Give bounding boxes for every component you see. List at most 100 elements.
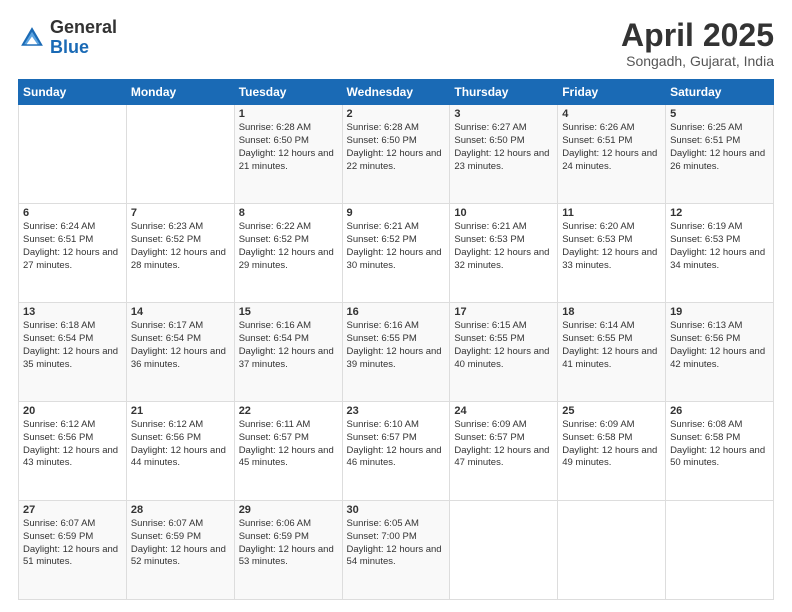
day-info: Sunrise: 6:28 AMSunset: 6:50 PMDaylight:… [239, 122, 334, 171]
day-number: 30 [347, 504, 446, 516]
day-cell: 26 Sunrise: 6:08 AMSunset: 6:58 PMDayligh… [666, 402, 774, 501]
day-info: Sunrise: 6:19 AMSunset: 6:53 PMDaylight:… [670, 221, 765, 270]
day-number: 21 [131, 405, 230, 417]
day-cell: 27Sunrise: 6:07 AMSunset: 6:59 PMDayligh… [19, 501, 127, 600]
day-cell [666, 501, 774, 600]
week-row-3: 13Sunrise: 6:18 AMSunset: 6:54 PMDayligh… [19, 303, 774, 402]
day-cell: 23 Sunrise: 6:10 AMSunset: 6:57 PMDayligh… [342, 402, 450, 501]
day-info: Sunrise: 6:16 AMSunset: 6:54 PMDaylight:… [239, 320, 334, 369]
day-cell: 13Sunrise: 6:18 AMSunset: 6:54 PMDayligh… [19, 303, 127, 402]
day-cell: 29Sunrise: 6:06 AMSunset: 6:59 PMDayligh… [234, 501, 342, 600]
day-number: 9 [347, 207, 446, 219]
day-info: Sunrise: 6:22 AMSunset: 6:52 PMDaylight:… [239, 221, 334, 270]
logo-general: General [50, 18, 117, 38]
day-cell: 28 Sunrise: 6:07 AMSunset: 6:59 PMDayligh… [126, 501, 234, 600]
logo-text: General Blue [50, 18, 117, 58]
day-cell: 20Sunrise: 6:12 AMSunset: 6:56 PMDayligh… [19, 402, 127, 501]
day-info: Sunrise: 6:17 AMSunset: 6:54 PMDaylight:… [131, 320, 226, 369]
calendar-table: SundayMondayTuesdayWednesdayThursdayFrid… [18, 79, 774, 600]
day-number: 17 [454, 306, 553, 318]
day-cell [19, 105, 127, 204]
column-header-friday: Friday [558, 80, 666, 105]
day-info: Sunrise: 6:28 AMSunset: 6:50 PMDaylight:… [347, 122, 442, 171]
day-number: 8 [239, 207, 338, 219]
day-cell: 12 Sunrise: 6:19 AMSunset: 6:53 PMDayligh… [666, 204, 774, 303]
day-cell [450, 501, 558, 600]
day-info: Sunrise: 6:14 AMSunset: 6:55 PMDaylight:… [562, 320, 657, 369]
day-cell: 15 Sunrise: 6:16 AMSunset: 6:54 PMDayligh… [234, 303, 342, 402]
day-cell: 25 Sunrise: 6:09 AMSunset: 6:58 PMDayligh… [558, 402, 666, 501]
day-cell: 7Sunrise: 6:23 AMSunset: 6:52 PMDaylight… [126, 204, 234, 303]
day-info: Sunrise: 6:20 AMSunset: 6:53 PMDaylight:… [562, 221, 657, 270]
day-number: 4 [562, 108, 661, 120]
day-number: 16 [347, 306, 446, 318]
day-info: Sunrise: 6:06 AMSunset: 6:59 PMDaylight:… [239, 518, 334, 567]
day-number: 23 [347, 405, 446, 417]
day-number: 2 [347, 108, 446, 120]
day-info: Sunrise: 6:26 AMSunset: 6:51 PMDaylight:… [562, 122, 657, 171]
day-number: 20 [23, 405, 122, 417]
header: General Blue April 2025 Songadh, Gujarat… [18, 18, 774, 69]
week-row-2: 6 Sunrise: 6:24 AMSunset: 6:51 PMDaylight… [19, 204, 774, 303]
day-number: 12 [670, 207, 769, 219]
week-row-1: 1 Sunrise: 6:28 AMSunset: 6:50 PMDaylight… [19, 105, 774, 204]
title-block: April 2025 Songadh, Gujarat, India [621, 18, 774, 69]
day-number: 7 [131, 207, 230, 219]
calendar-header: SundayMondayTuesdayWednesdayThursdayFrid… [19, 80, 774, 105]
column-header-monday: Monday [126, 80, 234, 105]
day-number: 6 [23, 207, 122, 219]
day-cell [126, 105, 234, 204]
day-number: 26 [670, 405, 769, 417]
day-cell: 22Sunrise: 6:11 AMSunset: 6:57 PMDayligh… [234, 402, 342, 501]
logo-blue: Blue [50, 38, 117, 58]
day-info: Sunrise: 6:13 AMSunset: 6:56 PMDaylight:… [670, 320, 765, 369]
day-cell: 17Sunrise: 6:15 AMSunset: 6:55 PMDayligh… [450, 303, 558, 402]
day-info: Sunrise: 6:10 AMSunset: 6:57 PMDaylight:… [347, 419, 442, 468]
day-number: 15 [239, 306, 338, 318]
day-cell: 4 Sunrise: 6:26 AMSunset: 6:51 PMDaylight… [558, 105, 666, 204]
column-header-thursday: Thursday [450, 80, 558, 105]
week-row-4: 20 Sunrise: 6:12 AMSunset: 6:56 PMDayligh… [19, 402, 774, 501]
day-number: 14 [131, 306, 230, 318]
day-cell: 18 Sunrise: 6:14 AMSunset: 6:55 PMDayligh… [558, 303, 666, 402]
day-cell: 21 Sunrise: 6:12 AMSunset: 6:56 PMDayligh… [126, 402, 234, 501]
day-number: 10 [454, 207, 553, 219]
day-number: 1 [239, 108, 338, 120]
day-info: Sunrise: 6:09 AMSunset: 6:57 PMDaylight:… [454, 419, 549, 468]
day-cell: 19 Sunrise: 6:13 AMSunset: 6:56 PMDayligh… [666, 303, 774, 402]
day-number: 28 [131, 504, 230, 516]
day-info: Sunrise: 6:21 AMSunset: 6:53 PMDaylight:… [454, 221, 549, 270]
header-row: SundayMondayTuesdayWednesdayThursdayFrid… [19, 80, 774, 105]
day-info: Sunrise: 6:16 AMSunset: 6:55 PMDaylight:… [347, 320, 442, 369]
day-info: Sunrise: 6:12 AMSunset: 6:56 PMDaylight:… [131, 419, 226, 468]
day-info: Sunrise: 6:25 AMSunset: 6:51 PMDaylight:… [670, 122, 765, 171]
day-info: Sunrise: 6:08 AMSunset: 6:58 PMDaylight:… [670, 419, 765, 468]
column-header-wednesday: Wednesday [342, 80, 450, 105]
day-cell: 11 Sunrise: 6:20 AMSunset: 6:53 PMDayligh… [558, 204, 666, 303]
day-number: 19 [670, 306, 769, 318]
day-info: Sunrise: 6:21 AMSunset: 6:52 PMDaylight:… [347, 221, 442, 270]
day-cell: 2 Sunrise: 6:28 AMSunset: 6:50 PMDaylight… [342, 105, 450, 204]
day-number: 11 [562, 207, 661, 219]
column-header-saturday: Saturday [666, 80, 774, 105]
day-cell: 10 Sunrise: 6:21 AMSunset: 6:53 PMDayligh… [450, 204, 558, 303]
day-cell: 8 Sunrise: 6:22 AMSunset: 6:52 PMDaylight… [234, 204, 342, 303]
day-cell [558, 501, 666, 600]
day-info: Sunrise: 6:05 AMSunset: 7:00 PMDaylight:… [347, 518, 442, 567]
day-info: Sunrise: 6:11 AMSunset: 6:57 PMDaylight:… [239, 419, 334, 468]
day-cell: 3Sunrise: 6:27 AMSunset: 6:50 PMDaylight… [450, 105, 558, 204]
day-cell: 16 Sunrise: 6:16 AMSunset: 6:55 PMDayligh… [342, 303, 450, 402]
day-info: Sunrise: 6:07 AMSunset: 6:59 PMDaylight:… [131, 518, 226, 567]
main-title: April 2025 [621, 18, 774, 53]
day-info: Sunrise: 6:24 AMSunset: 6:51 PMDaylight:… [23, 221, 118, 270]
day-number: 18 [562, 306, 661, 318]
day-info: Sunrise: 6:09 AMSunset: 6:58 PMDaylight:… [562, 419, 657, 468]
day-cell: 9 Sunrise: 6:21 AMSunset: 6:52 PMDaylight… [342, 204, 450, 303]
day-number: 24 [454, 405, 553, 417]
day-cell: 30 Sunrise: 6:05 AMSunset: 7:00 PMDayligh… [342, 501, 450, 600]
day-cell: 14 Sunrise: 6:17 AMSunset: 6:54 PMDayligh… [126, 303, 234, 402]
day-number: 25 [562, 405, 661, 417]
day-number: 27 [23, 504, 122, 516]
calendar-body: 1 Sunrise: 6:28 AMSunset: 6:50 PMDaylight… [19, 105, 774, 600]
day-cell: 5Sunrise: 6:25 AMSunset: 6:51 PMDaylight… [666, 105, 774, 204]
